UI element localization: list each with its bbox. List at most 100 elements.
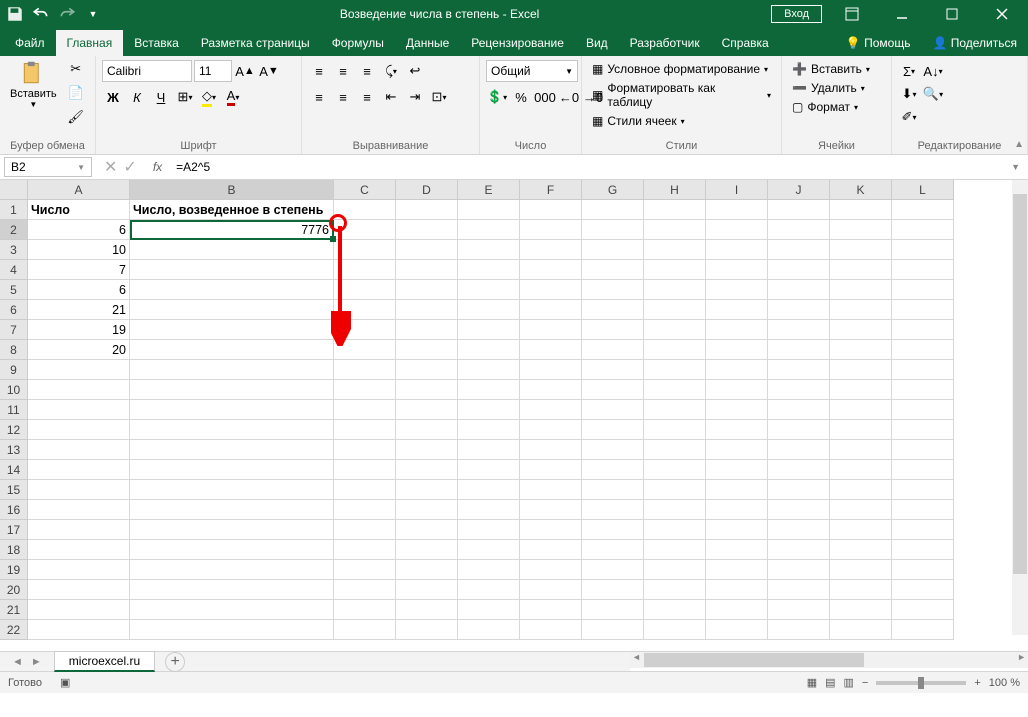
cell-E18[interactable]: [458, 540, 520, 560]
cell-I4[interactable]: [706, 260, 768, 280]
cell-E16[interactable]: [458, 500, 520, 520]
insert-cells-button[interactable]: ➕ Вставить ▾: [788, 60, 874, 78]
fx-icon[interactable]: fx: [145, 160, 170, 174]
cell-B16[interactable]: [130, 500, 334, 520]
tab-review[interactable]: Рецензирование: [460, 30, 575, 56]
cell-J13[interactable]: [768, 440, 830, 460]
cell-G8[interactable]: [582, 340, 644, 360]
cell-J14[interactable]: [768, 460, 830, 480]
column-header-F[interactable]: F: [520, 180, 582, 200]
cell-A10[interactable]: [28, 380, 130, 400]
cell-B9[interactable]: [130, 360, 334, 380]
cell-L13[interactable]: [892, 440, 954, 460]
cell-G1[interactable]: [582, 200, 644, 220]
cell-D13[interactable]: [396, 440, 458, 460]
percent-icon[interactable]: %: [510, 86, 532, 108]
cell-F22[interactable]: [520, 620, 582, 640]
row-header-17[interactable]: 17: [0, 520, 28, 540]
cell-J5[interactable]: [768, 280, 830, 300]
cell-L12[interactable]: [892, 420, 954, 440]
delete-cells-button[interactable]: ➖ Удалить ▾: [788, 79, 874, 97]
cell-G6[interactable]: [582, 300, 644, 320]
cell-B5[interactable]: [130, 280, 334, 300]
sheet-nav-next-icon[interactable]: ►: [31, 656, 42, 668]
cell-H1[interactable]: [644, 200, 706, 220]
zoom-slider[interactable]: [876, 681, 966, 685]
comma-icon[interactable]: 000: [534, 86, 556, 108]
cell-G16[interactable]: [582, 500, 644, 520]
cell-C9[interactable]: [334, 360, 396, 380]
cell-C14[interactable]: [334, 460, 396, 480]
cell-F7[interactable]: [520, 320, 582, 340]
cell-I10[interactable]: [706, 380, 768, 400]
cell-G15[interactable]: [582, 480, 644, 500]
row-header-13[interactable]: 13: [0, 440, 28, 460]
cell-K9[interactable]: [830, 360, 892, 380]
cell-J8[interactable]: [768, 340, 830, 360]
autosum-icon[interactable]: Σ▾: [898, 60, 920, 82]
row-header-12[interactable]: 12: [0, 420, 28, 440]
row-header-18[interactable]: 18: [0, 540, 28, 560]
cell-L9[interactable]: [892, 360, 954, 380]
cell-I16[interactable]: [706, 500, 768, 520]
zoom-level[interactable]: 100 %: [989, 677, 1020, 689]
cell-D7[interactable]: [396, 320, 458, 340]
cell-L17[interactable]: [892, 520, 954, 540]
cell-L16[interactable]: [892, 500, 954, 520]
cell-J16[interactable]: [768, 500, 830, 520]
redo-icon[interactable]: [58, 5, 76, 23]
cell-L2[interactable]: [892, 220, 954, 240]
cell-A13[interactable]: [28, 440, 130, 460]
cell-C7[interactable]: [334, 320, 396, 340]
cell-I22[interactable]: [706, 620, 768, 640]
row-header-10[interactable]: 10: [0, 380, 28, 400]
cell-L8[interactable]: [892, 340, 954, 360]
cell-A4[interactable]: 7: [28, 260, 130, 280]
cell-A1[interactable]: Число: [28, 200, 130, 220]
conditional-formatting-button[interactable]: ▦ Условное форматирование ▾: [588, 60, 775, 78]
column-header-B[interactable]: B: [130, 180, 334, 200]
cell-J11[interactable]: [768, 400, 830, 420]
cell-L18[interactable]: [892, 540, 954, 560]
cell-I13[interactable]: [706, 440, 768, 460]
cell-K3[interactable]: [830, 240, 892, 260]
cell-L20[interactable]: [892, 580, 954, 600]
cell-F4[interactable]: [520, 260, 582, 280]
cell-G18[interactable]: [582, 540, 644, 560]
cell-A18[interactable]: [28, 540, 130, 560]
cut-icon[interactable]: ✂: [65, 58, 87, 80]
cell-L1[interactable]: [892, 200, 954, 220]
cell-H7[interactable]: [644, 320, 706, 340]
cell-G19[interactable]: [582, 560, 644, 580]
cell-J2[interactable]: [768, 220, 830, 240]
cell-B21[interactable]: [130, 600, 334, 620]
cell-B12[interactable]: [130, 420, 334, 440]
cell-B3[interactable]: [130, 240, 334, 260]
cell-D15[interactable]: [396, 480, 458, 500]
cell-G11[interactable]: [582, 400, 644, 420]
italic-button[interactable]: К: [126, 86, 148, 108]
cell-B19[interactable]: [130, 560, 334, 580]
view-pagelayout-icon[interactable]: ▤: [825, 676, 835, 689]
cell-K8[interactable]: [830, 340, 892, 360]
cell-H22[interactable]: [644, 620, 706, 640]
sort-filter-icon[interactable]: A↓▾: [922, 60, 944, 82]
cell-K11[interactable]: [830, 400, 892, 420]
cell-K2[interactable]: [830, 220, 892, 240]
accounting-format-icon[interactable]: 💲▾: [486, 86, 508, 108]
cell-G13[interactable]: [582, 440, 644, 460]
cell-J19[interactable]: [768, 560, 830, 580]
cell-F17[interactable]: [520, 520, 582, 540]
cell-L21[interactable]: [892, 600, 954, 620]
tab-pagelayout[interactable]: Разметка страницы: [190, 30, 321, 56]
cell-B8[interactable]: [130, 340, 334, 360]
cell-I19[interactable]: [706, 560, 768, 580]
align-center-icon[interactable]: ≡: [332, 86, 354, 108]
align-top-icon[interactable]: ≡: [308, 60, 330, 82]
cell-F13[interactable]: [520, 440, 582, 460]
cell-B1[interactable]: Число, возведенное в степень: [130, 200, 334, 220]
cell-H3[interactable]: [644, 240, 706, 260]
merge-icon[interactable]: ⊡▾: [428, 86, 450, 108]
cell-D12[interactable]: [396, 420, 458, 440]
cell-H4[interactable]: [644, 260, 706, 280]
